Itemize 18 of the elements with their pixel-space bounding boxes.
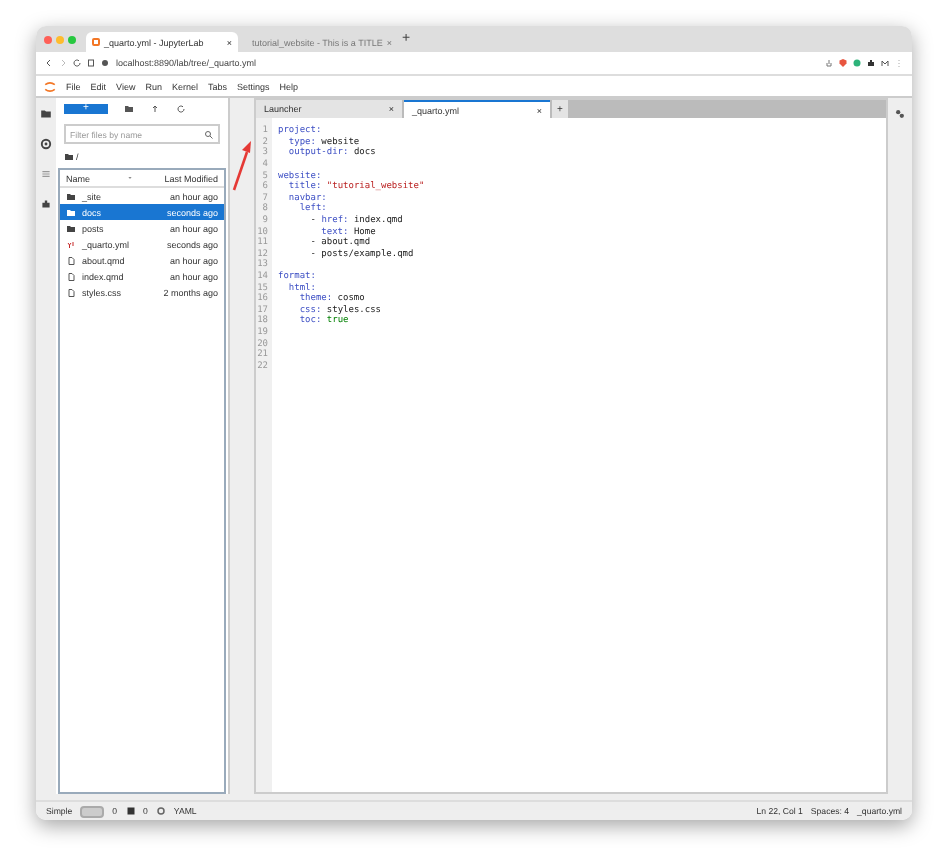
- puzzle-icon[interactable]: [40, 198, 52, 210]
- gear-icon[interactable]: [155, 806, 166, 816]
- refresh-icon[interactable]: [176, 103, 186, 113]
- upload-icon[interactable]: [150, 103, 160, 113]
- new-folder-icon[interactable]: [124, 103, 134, 113]
- running-icon[interactable]: [40, 138, 52, 150]
- yaml-file-icon: [66, 239, 76, 249]
- extension-icon[interactable]: [852, 58, 862, 68]
- logo-icon: [44, 79, 56, 93]
- shield-icon[interactable]: [838, 58, 848, 68]
- simple-toggle[interactable]: [80, 805, 105, 817]
- folder-icon[interactable]: [40, 108, 52, 120]
- folder-icon: [64, 152, 74, 162]
- reload-icon[interactable]: [72, 58, 82, 68]
- terminal-icon[interactable]: [125, 806, 136, 816]
- puzzle-icon[interactable]: [866, 58, 876, 68]
- search-icon: [204, 129, 214, 139]
- arrow-annotation: [232, 140, 252, 192]
